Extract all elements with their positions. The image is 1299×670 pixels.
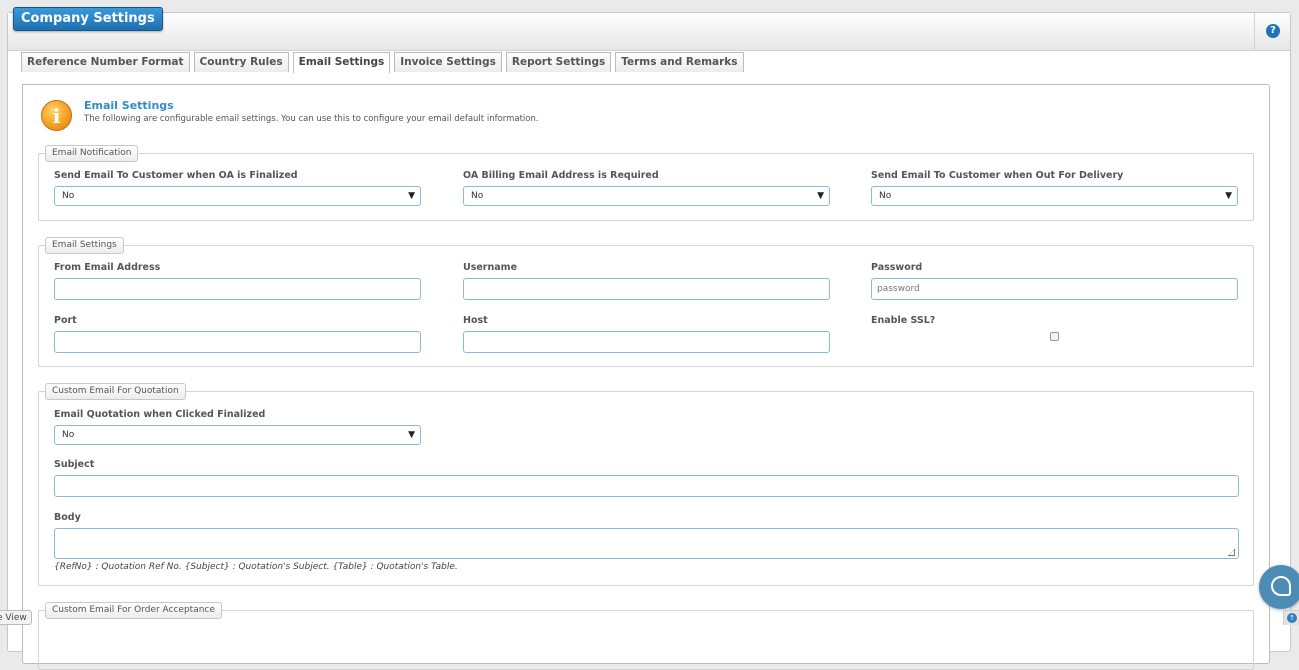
password-input[interactable]: password: [871, 278, 1238, 300]
tab-reference-number-format[interactable]: Reference Number Format: [21, 52, 190, 72]
password-label: Password: [871, 262, 923, 273]
email-settings-section: Email Settings From Email Address Userna…: [38, 237, 1254, 367]
select-value: No: [879, 191, 892, 201]
panel-header: Company Settings ?: [8, 7, 1290, 51]
section-legend: Email Settings: [45, 237, 124, 254]
from-email-label: From Email Address: [54, 262, 161, 273]
send-on-finalized-label: Send Email To Customer when OA is Finali…: [54, 170, 298, 181]
body-label: Body: [54, 512, 81, 523]
body-textarea[interactable]: [54, 528, 1239, 559]
company-settings-title[interactable]: Company Settings: [13, 7, 163, 31]
chevron-down-icon: ▼: [1225, 191, 1232, 201]
info-icon: i: [41, 100, 72, 131]
page-description: The following are configurable email set…: [84, 114, 539, 124]
enable-ssl-checkbox[interactable]: [1050, 332, 1059, 341]
host-label: Host: [463, 315, 488, 326]
username-input[interactable]: [463, 278, 830, 300]
tab-terms-and-remarks[interactable]: Terms and Remarks: [615, 52, 744, 72]
select-value: No: [471, 191, 484, 201]
subject-input[interactable]: [54, 475, 1239, 497]
section-legend: Custom Email For Order Acceptance: [45, 602, 222, 619]
enable-ssl-label: Enable SSL?: [871, 315, 936, 326]
host-input[interactable]: [463, 331, 830, 353]
tab-report-settings[interactable]: Report Settings: [505, 52, 612, 72]
resize-handle[interactable]: [1228, 549, 1235, 556]
subject-label: Subject: [54, 459, 95, 470]
port-input[interactable]: [54, 331, 421, 353]
email-notification-section: Email Notification Send Email To Custome…: [38, 145, 1254, 221]
settings-tabs: Reference Number Format Country Rules Em…: [21, 52, 748, 73]
scroll-to-top-button[interactable]: ↑: [1283, 610, 1299, 625]
chevron-down-icon: ▼: [408, 191, 415, 201]
tab-country-rules[interactable]: Country Rules: [193, 52, 289, 72]
help-button[interactable]: ?: [1254, 13, 1290, 51]
placeholder-hint: {RefNo} : Quotation Ref No. {Subject} : …: [54, 562, 458, 572]
billing-required-label: OA Billing Email Address is Required: [463, 170, 659, 181]
arrow-up-icon: ↑: [1287, 613, 1297, 623]
chevron-down-icon: ▼: [817, 191, 824, 201]
out-for-delivery-label: Send Email To Customer when Out For Deli…: [871, 170, 1124, 181]
email-on-finalized-label: Email Quotation when Clicked Finalized: [54, 409, 266, 420]
port-label: Port: [54, 315, 77, 326]
out-for-delivery-select[interactable]: No ▼: [871, 186, 1238, 206]
from-email-input[interactable]: [54, 278, 421, 300]
email-on-finalized-select[interactable]: No ▼: [54, 425, 421, 445]
select-value: No: [62, 430, 75, 440]
tab-invoice-settings[interactable]: Invoice Settings: [394, 52, 502, 72]
section-legend: Custom Email For Quotation: [45, 383, 186, 400]
page-heading: Email Settings: [84, 99, 174, 112]
side-view-tab[interactable]: e View: [0, 610, 32, 625]
order-acceptance-email-section: Custom Email For Order Acceptance: [38, 602, 1254, 670]
chat-bubble-icon: [1271, 576, 1291, 596]
tab-email-settings[interactable]: Email Settings: [292, 52, 391, 73]
chevron-down-icon: ▼: [408, 430, 415, 440]
username-label: Username: [463, 262, 518, 273]
chat-button[interactable]: [1259, 565, 1299, 609]
question-circle-icon[interactable]: ?: [1266, 24, 1280, 38]
billing-required-select[interactable]: No ▼: [463, 186, 830, 206]
tab-content: i Email Settings The following are confi…: [22, 84, 1270, 670]
quotation-email-section: Custom Email For Quotation Email Quotati…: [38, 383, 1254, 586]
send-on-finalized-select[interactable]: No ▼: [54, 186, 421, 206]
section-legend: Email Notification: [45, 145, 139, 162]
select-value: No: [62, 191, 75, 201]
